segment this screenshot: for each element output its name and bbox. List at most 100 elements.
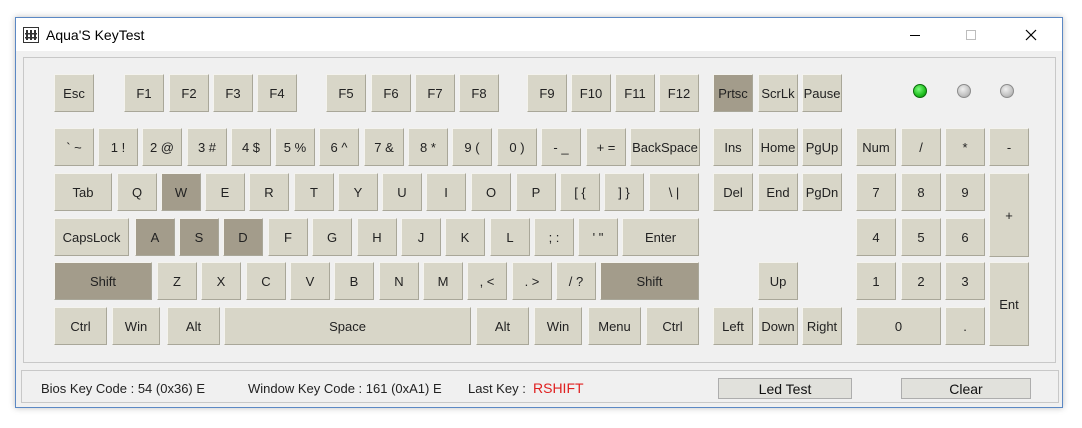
key-numminus[interactable]: - bbox=[989, 128, 1029, 166]
key-r[interactable]: R bbox=[249, 173, 289, 211]
key-num[interactable]: Num bbox=[856, 128, 896, 166]
key-n2[interactable]: 2 @ bbox=[142, 128, 182, 166]
key-right[interactable]: Right bbox=[802, 307, 842, 345]
key-num3[interactable]: 3 bbox=[945, 262, 985, 300]
key-minus[interactable]: - _ bbox=[541, 128, 581, 166]
key-f9[interactable]: F9 bbox=[527, 74, 567, 112]
key-period[interactable]: . > bbox=[512, 262, 552, 300]
key-end[interactable]: End bbox=[758, 173, 798, 211]
key-space[interactable]: Space bbox=[224, 307, 471, 345]
key-numenter[interactable]: Ent bbox=[989, 262, 1029, 346]
led-test-button[interactable]: Led Test bbox=[718, 378, 852, 399]
key-scrlk[interactable]: ScrLk bbox=[758, 74, 798, 112]
key-n0[interactable]: 0 ) bbox=[497, 128, 537, 166]
key-lctrl[interactable]: Ctrl bbox=[54, 307, 107, 345]
key-num7[interactable]: 7 bbox=[856, 173, 896, 211]
close-button[interactable] bbox=[1008, 18, 1054, 51]
key-n8[interactable]: 8 * bbox=[408, 128, 448, 166]
key-z[interactable]: Z bbox=[157, 262, 197, 300]
key-rctrl[interactable]: Ctrl bbox=[646, 307, 699, 345]
key-n[interactable]: N bbox=[379, 262, 419, 300]
key-del[interactable]: Del bbox=[713, 173, 753, 211]
key-c[interactable]: C bbox=[246, 262, 286, 300]
key-i[interactable]: I bbox=[426, 173, 466, 211]
clear-button[interactable]: Clear bbox=[901, 378, 1031, 399]
key-rshift[interactable]: Shift bbox=[600, 262, 699, 300]
key-up[interactable]: Up bbox=[758, 262, 798, 300]
key-quote[interactable]: ' " bbox=[578, 218, 618, 256]
key-a[interactable]: A bbox=[135, 218, 175, 256]
key-lalt[interactable]: Alt bbox=[167, 307, 220, 345]
key-x[interactable]: X bbox=[201, 262, 241, 300]
key-f6[interactable]: F6 bbox=[371, 74, 411, 112]
key-f2[interactable]: F2 bbox=[169, 74, 209, 112]
key-numdot[interactable]: . bbox=[945, 307, 985, 345]
key-numplus[interactable]: + bbox=[989, 173, 1029, 257]
key-h[interactable]: H bbox=[357, 218, 397, 256]
key-k[interactable]: K bbox=[445, 218, 485, 256]
key-num4[interactable]: 4 bbox=[856, 218, 896, 256]
key-n1[interactable]: 1 ! bbox=[98, 128, 138, 166]
key-num1[interactable]: 1 bbox=[856, 262, 896, 300]
key-down[interactable]: Down bbox=[758, 307, 798, 345]
key-pgdn[interactable]: PgDn bbox=[802, 173, 842, 211]
key-left[interactable]: Left bbox=[713, 307, 753, 345]
key-q[interactable]: Q bbox=[117, 173, 157, 211]
key-f[interactable]: F bbox=[268, 218, 308, 256]
key-ins[interactable]: Ins bbox=[713, 128, 753, 166]
key-w[interactable]: W bbox=[161, 173, 201, 211]
key-n3[interactable]: 3 # bbox=[187, 128, 227, 166]
key-t[interactable]: T bbox=[294, 173, 334, 211]
key-j[interactable]: J bbox=[401, 218, 441, 256]
key-f12[interactable]: F12 bbox=[659, 74, 699, 112]
key-m[interactable]: M bbox=[423, 262, 463, 300]
key-f5[interactable]: F5 bbox=[326, 74, 366, 112]
key-p[interactable]: P bbox=[516, 173, 556, 211]
key-o[interactable]: O bbox=[471, 173, 511, 211]
key-n5[interactable]: 5 % bbox=[275, 128, 315, 166]
key-num9[interactable]: 9 bbox=[945, 173, 985, 211]
key-g[interactable]: G bbox=[312, 218, 352, 256]
key-v[interactable]: V bbox=[290, 262, 330, 300]
key-n7[interactable]: 7 & bbox=[364, 128, 404, 166]
key-pause[interactable]: Pause bbox=[802, 74, 842, 112]
key-lwin[interactable]: Win bbox=[112, 307, 160, 345]
key-lbracket[interactable]: [ { bbox=[560, 173, 600, 211]
key-n9[interactable]: 9 ( bbox=[452, 128, 492, 166]
key-u[interactable]: U bbox=[382, 173, 422, 211]
key-lshift[interactable]: Shift bbox=[54, 262, 152, 300]
key-d[interactable]: D bbox=[223, 218, 263, 256]
key-num6[interactable]: 6 bbox=[945, 218, 985, 256]
key-f8[interactable]: F8 bbox=[459, 74, 499, 112]
key-semicolon[interactable]: ; : bbox=[534, 218, 574, 256]
key-y[interactable]: Y bbox=[338, 173, 378, 211]
key-n6[interactable]: 6 ^ bbox=[319, 128, 359, 166]
key-f4[interactable]: F4 bbox=[257, 74, 297, 112]
key-num8[interactable]: 8 bbox=[901, 173, 941, 211]
key-ralt[interactable]: Alt bbox=[476, 307, 529, 345]
key-num5[interactable]: 5 bbox=[901, 218, 941, 256]
key-esc[interactable]: Esc bbox=[54, 74, 94, 112]
key-equal[interactable]: + = bbox=[586, 128, 626, 166]
key-e[interactable]: E bbox=[205, 173, 245, 211]
key-rwin[interactable]: Win bbox=[534, 307, 582, 345]
maximize-button[interactable] bbox=[948, 18, 994, 51]
key-b[interactable]: B bbox=[334, 262, 374, 300]
key-f7[interactable]: F7 bbox=[415, 74, 455, 112]
minimize-button[interactable] bbox=[892, 18, 938, 51]
key-numstar[interactable]: * bbox=[945, 128, 985, 166]
key-f1[interactable]: F1 bbox=[124, 74, 164, 112]
key-slash[interactable]: / ? bbox=[556, 262, 596, 300]
key-f3[interactable]: F3 bbox=[213, 74, 253, 112]
key-pgup[interactable]: PgUp bbox=[802, 128, 842, 166]
title-bar[interactable]: Aqua'S KeyTest bbox=[16, 18, 1062, 51]
key-home[interactable]: Home bbox=[758, 128, 798, 166]
key-backspace[interactable]: BackSpace bbox=[630, 128, 700, 166]
key-numslash[interactable]: / bbox=[901, 128, 941, 166]
key-menu[interactable]: Menu bbox=[588, 307, 641, 345]
key-num2[interactable]: 2 bbox=[901, 262, 941, 300]
key-n4[interactable]: 4 $ bbox=[231, 128, 271, 166]
key-backslash[interactable]: \ | bbox=[649, 173, 699, 211]
key-comma[interactable]: , < bbox=[467, 262, 507, 300]
key-backtick[interactable]: ` ~ bbox=[54, 128, 94, 166]
